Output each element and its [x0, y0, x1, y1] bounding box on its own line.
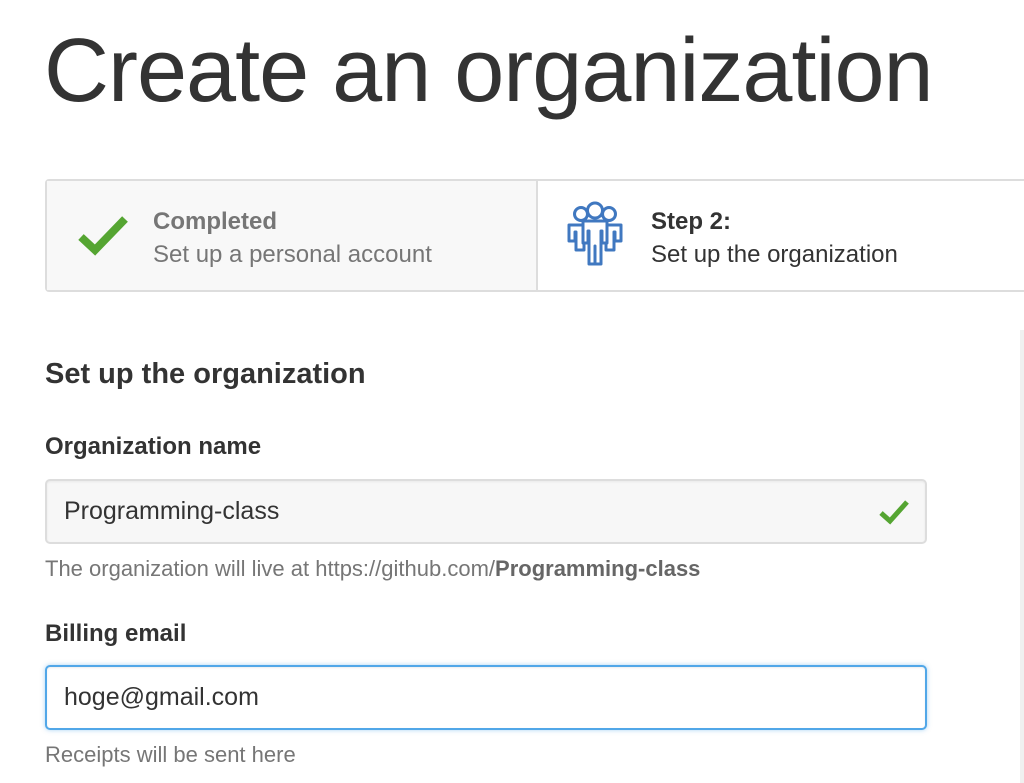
organization-url-prefix: The organization will live at https://gi… [45, 556, 496, 581]
step-completed: Completed Set up a personal account [47, 181, 538, 290]
step-completed-text: Completed Set up a personal account [153, 205, 432, 271]
page-title: Create an organization [44, 21, 934, 121]
step-current-label: Step 2: [651, 208, 732, 235]
content-divider [1020, 330, 1024, 783]
step-current-description: Set up the organization [651, 241, 898, 268]
organization-icon [567, 201, 623, 266]
step-current-text: Step 2: Set up the organization [651, 205, 898, 271]
organization-name-label: Organization name [45, 433, 262, 460]
billing-email-input[interactable] [45, 665, 927, 730]
check-icon [879, 500, 909, 525]
step-completed-description: Set up a personal account [153, 241, 432, 268]
organization-name-input[interactable] [45, 479, 927, 544]
signup-steps: Completed Set up a personal account Step… [45, 179, 1024, 292]
step-completed-label: Completed [153, 208, 278, 235]
billing-email-label: Billing email [45, 620, 187, 647]
step-current: Step 2: Set up the organization [538, 181, 1024, 290]
billing-email-note: Receipts will be sent here [45, 742, 296, 767]
check-icon [78, 216, 128, 256]
section-title: Set up the organization [45, 358, 366, 390]
organization-url-note: The organization will live at https://gi… [45, 556, 700, 582]
create-organization-page: Create an organization Completed Set up … [0, 0, 1024, 783]
organization-url-slug: Programming-class [495, 556, 701, 581]
